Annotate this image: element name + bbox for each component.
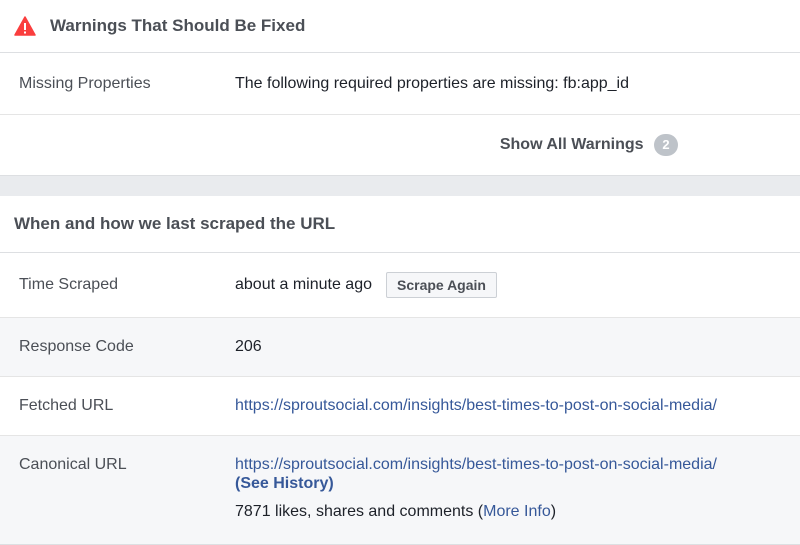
canonical-url-row: Canonical URL https://sproutsocial.com/i… [0,436,800,544]
response-code-label: Response Code [19,338,134,355]
warnings-panel: Warnings That Should Be Fixed Missing Pr… [0,0,800,176]
engagement-text: 7871 likes, shares and comments ( [235,503,484,520]
canonical-url-label: Canonical URL [19,456,127,473]
fetched-url-link[interactable]: https://sproutsocial.com/insights/best-t… [235,397,717,415]
warnings-title: Warnings That Should Be Fixed [50,16,306,35]
canonical-url-link[interactable]: https://sproutsocial.com/insights/best-t… [235,456,717,473]
scrape-panel: When and how we last scraped the URL Tim… [0,196,800,545]
missing-properties-row: Missing Properties The following require… [0,53,800,115]
warning-triangle-icon [14,16,36,36]
show-all-warnings-button[interactable]: Show All Warnings 2 [500,134,678,156]
fetched-url-row: Fetched URL https://sproutsocial.com/ins… [0,377,800,436]
missing-properties-value: The following required properties are mi… [235,74,629,92]
engagement-line: 7871 likes, shares and comments (More In… [235,503,717,521]
warning-count-badge: 2 [654,134,678,156]
response-code-value: 206 [235,338,262,355]
time-scraped-value-wrap: about a minute ago Scrape Again [235,272,497,298]
time-scraped-label: Time Scraped [19,276,118,293]
warnings-header: Warnings That Should Be Fixed [0,0,800,53]
more-info-link[interactable]: More Info [483,503,551,520]
time-scraped-row: Time Scraped about a minute ago Scrape A… [0,253,800,318]
time-scraped-value: about a minute ago [235,276,372,293]
response-code-row: Response Code 206 [0,318,800,377]
canonical-url-value: https://sproutsocial.com/insights/best-t… [235,456,717,544]
engagement-close-paren: ) [550,503,557,520]
fetched-url-label: Fetched URL [19,397,114,414]
show-all-warnings-label: Show All Warnings [499,136,644,153]
scrape-again-button[interactable]: Scrape Again [386,272,497,298]
scrape-header: When and how we last scraped the URL [0,196,800,253]
missing-properties-label: Missing Properties [19,74,151,92]
scrape-title: When and how we last scraped the URL [14,214,336,233]
warnings-footer: Show All Warnings 2 [0,115,800,175]
see-history-link[interactable]: (See History) [235,475,334,492]
